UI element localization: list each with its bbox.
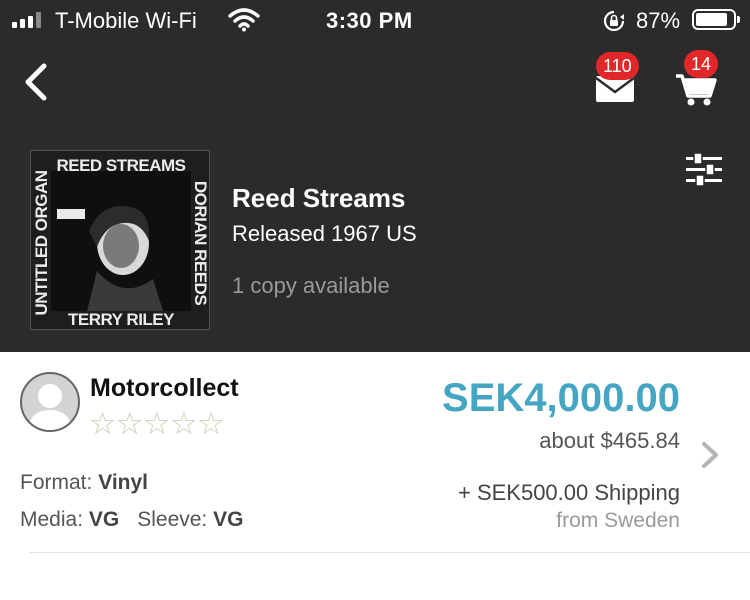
sleeve-label: Sleeve: bbox=[137, 508, 208, 531]
user-silhouette-icon bbox=[28, 384, 72, 430]
cover-right-text: DORIAN REEDS bbox=[191, 181, 210, 306]
clock: 3:30 PM bbox=[326, 8, 413, 33]
listing-row[interactable]: Motorcollect ★ ★ ★ ★ ★ SEK4,000.00 about… bbox=[0, 352, 750, 554]
release-title: Reed Streams bbox=[232, 183, 406, 213]
approx-price: about $465.84 bbox=[539, 428, 680, 453]
rotation-lock-icon bbox=[603, 10, 625, 32]
star-icon: ★ bbox=[117, 408, 143, 439]
cover-artist-text: TERRY RILEY bbox=[68, 310, 175, 329]
star-icon: ★ bbox=[89, 408, 116, 439]
seller-rating: ★ ★ ★ ★ ★ bbox=[89, 408, 224, 439]
signal-strength-icon bbox=[12, 12, 41, 28]
star-icon: ★ bbox=[171, 408, 197, 439]
album-cover: REED STREAMS TERRY RILEY UNTITLED ORGAN … bbox=[30, 150, 210, 330]
cover-title-text: REED STREAMS bbox=[56, 156, 185, 175]
format-line: Format: Vinyl bbox=[20, 471, 148, 495]
copies-available: 1 copy available bbox=[232, 273, 390, 298]
format-label: Format: bbox=[20, 471, 93, 494]
filter-sliders-icon[interactable] bbox=[684, 152, 724, 188]
cover-left-text: UNTITLED ORGAN bbox=[32, 170, 51, 315]
star-icon: ★ bbox=[198, 408, 224, 439]
seller-name[interactable]: Motorcollect bbox=[90, 374, 239, 403]
media-value: VG bbox=[88, 508, 120, 531]
media-label: Media: bbox=[20, 508, 84, 531]
status-bar: T-Mobile Wi-Fi 3:30 PM 87% bbox=[0, 0, 750, 40]
cart-button[interactable]: 14 bbox=[672, 50, 722, 108]
album-cover-art: REED STREAMS TERRY RILEY UNTITLED ORGAN … bbox=[31, 151, 210, 329]
star-icon: ★ bbox=[144, 408, 170, 439]
wifi-icon bbox=[228, 8, 260, 32]
sleeve-value: VG bbox=[213, 508, 244, 531]
back-button[interactable] bbox=[16, 60, 60, 104]
row-divider bbox=[30, 552, 750, 553]
messages-count-badge: 110 bbox=[596, 52, 639, 80]
shipping-cost: + SEK500.00 Shipping bbox=[457, 480, 680, 505]
messages-button[interactable]: 110 bbox=[590, 52, 642, 106]
chevron-right-icon bbox=[702, 442, 718, 468]
seller-avatar bbox=[20, 372, 80, 432]
listing-price: SEK4,000.00 bbox=[442, 376, 680, 420]
ships-from: from Sweden bbox=[556, 509, 680, 532]
battery-icon bbox=[692, 9, 740, 30]
battery-percentage: 87% bbox=[636, 8, 681, 33]
cart-count-badge: 14 bbox=[684, 50, 719, 78]
release-info: Released 1967 US bbox=[232, 221, 417, 246]
carrier-label: T-Mobile Wi-Fi bbox=[55, 8, 197, 33]
battery-level-fill bbox=[696, 13, 728, 26]
condition-line: Media: VG Sleeve: VG bbox=[20, 508, 243, 532]
format-value: Vinyl bbox=[98, 471, 148, 494]
